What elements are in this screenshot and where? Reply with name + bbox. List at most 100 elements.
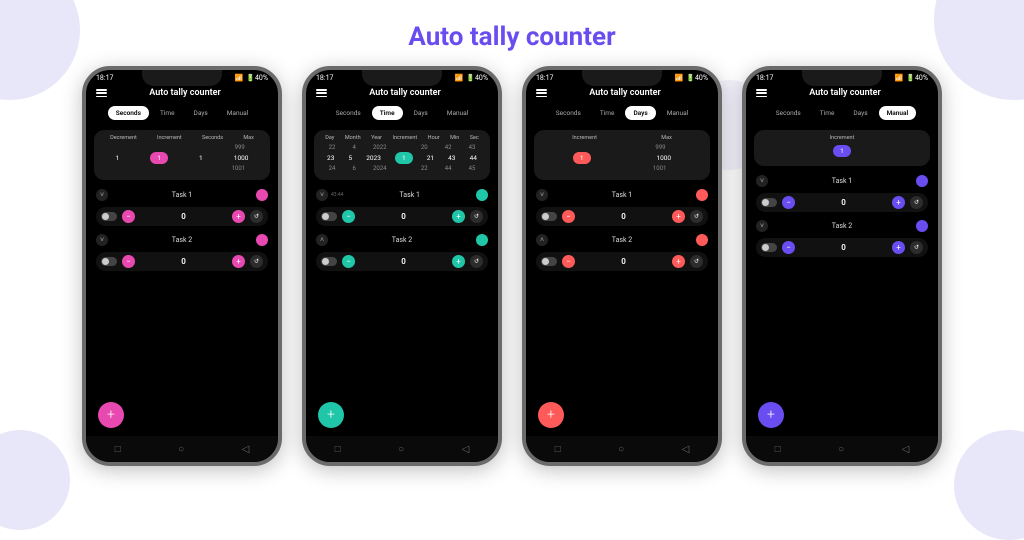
- tab-days[interactable]: Days: [625, 106, 655, 120]
- task-color-dot[interactable]: [696, 189, 708, 201]
- decrement-button[interactable]: −: [782, 241, 795, 254]
- decrement-button[interactable]: −: [122, 255, 135, 268]
- task-color-dot[interactable]: [476, 234, 488, 246]
- tab-manual[interactable]: Manual: [879, 106, 917, 120]
- tab-time[interactable]: Time: [812, 106, 843, 120]
- reset-button[interactable]: ↺: [690, 255, 703, 268]
- home-button[interactable]: ○: [178, 444, 184, 455]
- tab-time[interactable]: Time: [592, 106, 623, 120]
- settings-row[interactable]: 1001: [100, 165, 264, 172]
- expand-icon[interactable]: ˅: [756, 220, 768, 232]
- back-button[interactable]: ◁: [462, 444, 470, 455]
- task-color-dot[interactable]: [916, 220, 928, 232]
- expand-icon[interactable]: ˅: [756, 175, 768, 187]
- tab-manual[interactable]: Manual: [439, 106, 477, 120]
- task-toggle[interactable]: [541, 257, 557, 266]
- task-toggle[interactable]: [541, 212, 557, 221]
- settings-row[interactable]: 1: [760, 145, 924, 157]
- expand-icon[interactable]: ˅: [96, 189, 108, 201]
- recent-apps-button[interactable]: □: [115, 444, 121, 455]
- tab-seconds[interactable]: Seconds: [108, 106, 149, 120]
- task-toggle[interactable]: [101, 212, 117, 221]
- task-header: ˅Task 2: [86, 229, 278, 249]
- tab-manual[interactable]: Manual: [219, 106, 257, 120]
- task-toggle[interactable]: [761, 198, 777, 207]
- recent-apps-button[interactable]: □: [555, 444, 561, 455]
- decrement-button[interactable]: −: [122, 210, 135, 223]
- settings-row[interactable]: 2242022204243: [320, 144, 484, 151]
- back-button[interactable]: ◁: [242, 444, 250, 455]
- settings-row[interactable]: 999: [100, 144, 264, 151]
- status-time: 18:17: [316, 74, 333, 82]
- reset-button[interactable]: ↺: [250, 210, 263, 223]
- expand-icon[interactable]: ˄: [316, 234, 328, 246]
- reset-button[interactable]: ↺: [250, 255, 263, 268]
- settings-pill[interactable]: 1: [833, 145, 851, 157]
- tab-time[interactable]: Time: [152, 106, 183, 120]
- status-time: 18:17: [536, 74, 553, 82]
- increment-button[interactable]: +: [892, 196, 905, 209]
- home-button[interactable]: ○: [398, 444, 404, 455]
- reset-button[interactable]: ↺: [470, 255, 483, 268]
- task-color-dot[interactable]: [916, 175, 928, 187]
- task-color-dot[interactable]: [696, 234, 708, 246]
- android-nav-bar: □ ○ ◁: [746, 436, 938, 462]
- settings-row[interactable]: 1001: [540, 165, 704, 172]
- tab-manual[interactable]: Manual: [659, 106, 697, 120]
- increment-button[interactable]: +: [672, 210, 685, 223]
- increment-button[interactable]: +: [672, 255, 685, 268]
- reset-button[interactable]: ↺: [910, 196, 923, 209]
- settings-row[interactable]: 11000: [540, 152, 704, 164]
- tab-seconds[interactable]: Seconds: [328, 106, 369, 120]
- task-toggle[interactable]: [321, 212, 337, 221]
- tab-seconds[interactable]: Seconds: [548, 106, 589, 120]
- task-color-dot[interactable]: [256, 189, 268, 201]
- decrement-button[interactable]: −: [782, 196, 795, 209]
- back-button[interactable]: ◁: [902, 444, 910, 455]
- reset-button[interactable]: ↺: [910, 241, 923, 254]
- increment-button[interactable]: +: [232, 210, 245, 223]
- tab-days[interactable]: Days: [845, 106, 875, 120]
- add-task-fab[interactable]: +: [318, 402, 344, 428]
- task-toggle[interactable]: [101, 257, 117, 266]
- task-color-dot[interactable]: [476, 189, 488, 201]
- increment-button[interactable]: +: [232, 255, 245, 268]
- expand-icon[interactable]: ˅: [536, 189, 548, 201]
- settings-pill[interactable]: 1: [573, 152, 591, 164]
- task-toggle[interactable]: [321, 257, 337, 266]
- task-toggle[interactable]: [761, 243, 777, 252]
- settings-pill[interactable]: 1: [150, 152, 168, 164]
- home-button[interactable]: ○: [618, 444, 624, 455]
- tab-days[interactable]: Days: [406, 106, 436, 120]
- decrement-button[interactable]: −: [342, 210, 355, 223]
- decrement-button[interactable]: −: [562, 210, 575, 223]
- add-task-fab[interactable]: +: [758, 402, 784, 428]
- tab-seconds[interactable]: Seconds: [768, 106, 809, 120]
- decrement-button[interactable]: −: [562, 255, 575, 268]
- settings-row[interactable]: 999: [540, 144, 704, 151]
- back-button[interactable]: ◁: [682, 444, 690, 455]
- settings-row[interactable]: 2462024224445: [320, 165, 484, 172]
- recent-apps-button[interactable]: □: [335, 444, 341, 455]
- decrement-button[interactable]: −: [342, 255, 355, 268]
- recent-apps-button[interactable]: □: [775, 444, 781, 455]
- reset-button[interactable]: ↺: [690, 210, 703, 223]
- increment-button[interactable]: +: [452, 210, 465, 223]
- tab-days[interactable]: Days: [186, 106, 216, 120]
- settings-row[interactable]: 1111000: [100, 152, 264, 164]
- reset-button[interactable]: ↺: [470, 210, 483, 223]
- increment-button[interactable]: +: [892, 241, 905, 254]
- add-task-fab[interactable]: +: [98, 402, 124, 428]
- settings-pill[interactable]: 1: [395, 152, 413, 164]
- settings-row[interactable]: 23520231214344: [320, 152, 484, 164]
- add-task-fab[interactable]: +: [538, 402, 564, 428]
- expand-icon[interactable]: ˅: [316, 189, 328, 201]
- task-color-dot[interactable]: [256, 234, 268, 246]
- tab-time[interactable]: Time: [372, 106, 403, 120]
- expand-icon[interactable]: ˅: [96, 234, 108, 246]
- settings-value: 1001: [232, 165, 246, 172]
- settings-col-label: Seconds: [202, 135, 223, 141]
- increment-button[interactable]: +: [452, 255, 465, 268]
- home-button[interactable]: ○: [838, 444, 844, 455]
- expand-icon[interactable]: ˄: [536, 234, 548, 246]
